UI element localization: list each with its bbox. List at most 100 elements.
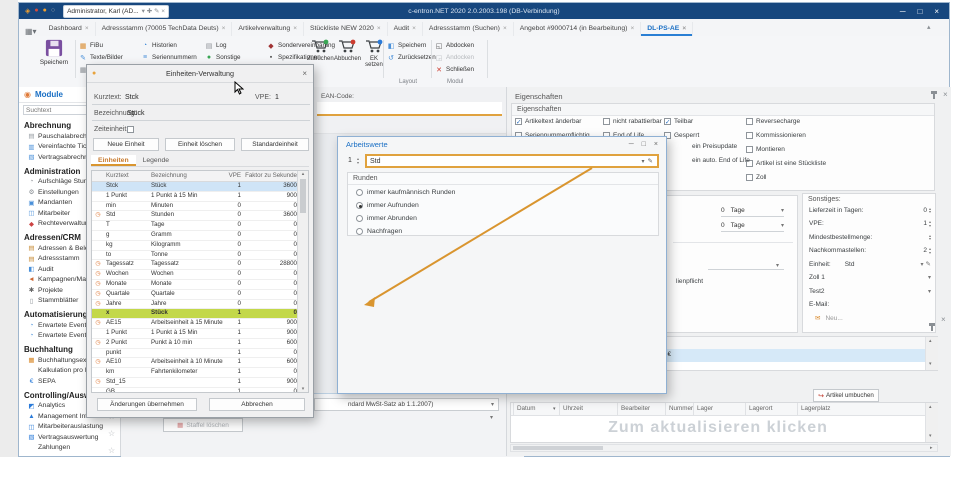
checkbox-gesperrt[interactable]: Gesperrt — [664, 132, 699, 139]
checkbox-zoll[interactable]: Zoll — [746, 174, 766, 181]
scroll-right-icon[interactable]: ▸ — [930, 445, 933, 451]
empty-combo-field[interactable] — [708, 256, 784, 270]
ribbon-item-seriennummern[interactable]: ≡Seriennummern — [141, 52, 197, 63]
table-row[interactable]: 1 Punkt1 Punkt à 15 Min1900 — [92, 192, 297, 202]
column-header-uhrzeit[interactable]: Uhrzeit — [563, 405, 583, 412]
unit-index-value[interactable]: 1 — [348, 157, 352, 164]
column-header-bezeichnung[interactable]: Bezeichnung — [149, 171, 223, 181]
table-row[interactable]: GB10 — [92, 388, 297, 392]
artikel-umbuchen-button[interactable]: ↪ Artikel umbuchen — [813, 389, 879, 402]
ribbon-item-sonstige[interactable]: ●Sonstige — [205, 52, 241, 63]
mwst-dropdown[interactable]: ndard MwSt-Satz ab 1.1.2007) ▾ — [314, 398, 499, 411]
scroll-up-icon[interactable]: ▴ — [929, 338, 932, 344]
scrollbar-thumb[interactable] — [513, 446, 603, 450]
eigenschaften-group-title[interactable]: Eigenschaften — [512, 104, 934, 116]
table-row[interactable]: ◷2 PunktPunkt à 10 min1600 — [92, 339, 297, 349]
email-new-link[interactable]: Neu... — [825, 315, 842, 322]
sort-chevron-icon[interactable]: ▾ — [553, 406, 556, 412]
qat-red-icon[interactable]: ● — [34, 7, 38, 15]
table-row[interactable]: ◷AE10Arbeitseinheit à 10 Minuten1600 — [92, 358, 297, 368]
checkbox-kommissionieren[interactable]: Kommissionieren — [746, 132, 806, 139]
checkbox-icon[interactable] — [746, 174, 753, 181]
minimize-button[interactable]: ─ — [900, 7, 906, 16]
scrollbar-thumb[interactable] — [300, 179, 306, 213]
table-row[interactable]: ◷StdStunden03600 — [92, 211, 297, 221]
close-icon[interactable]: × — [302, 69, 307, 78]
pin-icon[interactable] — [933, 94, 935, 99]
radio-icon[interactable] — [356, 215, 363, 222]
checkbox-montieren[interactable]: Montieren — [746, 146, 785, 153]
close-button[interactable]: × — [934, 7, 939, 16]
tage-combo-field[interactable]: 0Tage▾ — [721, 219, 784, 232]
einheit-loeschen-button[interactable]: Einheit löschen — [165, 138, 235, 151]
kurztext-field[interactable] — [92, 91, 310, 105]
column-header-kurztext[interactable]: Kurztext — [104, 171, 149, 181]
checkbox-artikeltext-nderbar[interactable]: ✓Artikeltext änderbar — [515, 118, 581, 125]
radio-option-immer-abrunden[interactable]: immer Abrunden — [356, 215, 417, 222]
sidebar-item-mitarbeiterauslastung[interactable]: ◫Mitarbeiterauslastung — [19, 422, 120, 433]
ribbon-item-texte-bilder[interactable]: ✎Texte/Bilder — [79, 52, 123, 63]
ribbon-item-speichern[interactable]: ◧Speichern — [387, 40, 426, 51]
bezeichnung-field[interactable] — [92, 107, 310, 121]
qat-orange-icon[interactable]: ● — [43, 7, 47, 15]
scroll-down-icon[interactable]: ▾ — [929, 433, 932, 439]
close-icon[interactable]: × — [654, 141, 658, 148]
tab-st-ckliste-new-2020[interactable]: Stückliste NEW 2020× — [304, 22, 388, 36]
checkbox-artikel-ist-eine-st-ckliste[interactable]: Artikel ist eine Stückliste — [746, 160, 826, 167]
ribbon-item-andocken[interactable]: ◲Andocken — [435, 52, 474, 63]
table-row[interactable]: ◷QuartaleQuartale00 — [92, 290, 297, 300]
tab-close-icon[interactable]: × — [377, 25, 381, 32]
tab-adressstamm-suchen-[interactable]: Adressstamm (Suchen)× — [423, 22, 514, 36]
abbrechen-button[interactable]: Abbrechen — [209, 398, 305, 411]
table-row[interactable]: gGramm00 — [92, 231, 297, 241]
chevron-down-icon[interactable]: ▾ — [781, 207, 784, 214]
spinner-icons[interactable]: ▴▾ — [929, 220, 931, 227]
sidebar-item-vertragsauswertung[interactable]: ▧Vertragsauswertung — [19, 432, 120, 443]
table-row[interactable]: StckStück13600 — [92, 182, 297, 192]
checkbox-icon[interactable]: ✓ — [664, 118, 671, 125]
standardeinheit-button[interactable]: Standardeinheit — [241, 138, 309, 151]
tab-angebot-9000714-in-bearbeitung-[interactable]: Angebot #9000714 (in Bearbeitung)× — [514, 22, 642, 36]
edit-pencil-icon[interactable]: ✎ — [648, 157, 653, 165]
ribbon-ek-setzen-button[interactable]: EK setzen — [361, 39, 387, 69]
scrollbar-vertical[interactable]: ▴ ▾ — [925, 337, 938, 370]
tab-close-icon[interactable]: × — [682, 25, 686, 32]
einheiten-dialog-titlebar[interactable]: ● Einheiten-Verwaltung × — [87, 65, 313, 83]
tab-close-icon[interactable]: × — [503, 25, 507, 32]
checkbox-reversecharge[interactable]: Reversecharge — [746, 118, 800, 125]
scroll-down-icon[interactable]: ▾ — [302, 386, 305, 392]
ribbon-zubuchen-button[interactable]: Zubuchen — [307, 39, 333, 62]
sidebar-item-zahlungen[interactable]: Zahlungen — [19, 443, 120, 454]
table-row[interactable]: 1 Punkt1 Punkt à 15 Min1900 — [92, 329, 297, 339]
tab-dl-ps-ae[interactable]: DL-PS-AE× — [641, 22, 693, 36]
close-icon[interactable]: × — [941, 315, 946, 324]
app-menu-icon[interactable]: ▦▾ — [19, 27, 43, 36]
radio-icon[interactable] — [356, 202, 363, 209]
ribbon-item-log[interactable]: ▤Log — [205, 40, 227, 51]
column-header-faktor-zu-sekunde[interactable]: Faktor zu Sekunde — [243, 171, 297, 181]
ribbon-abbuchen-button[interactable]: Abbuchen — [334, 39, 360, 62]
unit-combo-field[interactable]: Std ▾ ✎ — [365, 154, 659, 168]
maximize-icon[interactable]: □ — [642, 141, 646, 148]
column-header-datum[interactable]: Datum — [517, 405, 536, 412]
column-header-bearbeiter[interactable]: Bearbeiter — [621, 405, 650, 412]
chevron-down-icon[interactable]: ▾ — [642, 158, 645, 165]
tab-close-icon[interactable]: × — [293, 25, 297, 32]
tab-close-icon[interactable]: × — [85, 25, 89, 32]
radio-option-immer-kaufm-nnisch-runden[interactable]: immer kaufmännisch Runden — [356, 189, 455, 196]
pin-icon[interactable] — [931, 326, 933, 331]
edit-pencil-icon[interactable]: ✎ — [926, 260, 931, 268]
column-header-vpe[interactable]: VPE — [223, 171, 243, 181]
zeiteinheit-checkbox[interactable] — [127, 126, 134, 133]
table-row[interactable]: ◷JahreJahre00 — [92, 300, 297, 310]
chevron-down-icon[interactable]: ▾ — [781, 222, 784, 229]
chevron-down-icon[interactable]: ▾ — [921, 261, 924, 268]
tab-audit[interactable]: Audit× — [388, 22, 423, 36]
radio-option-immer-aufrunden[interactable]: immer Aufrunden — [356, 202, 419, 209]
qat-gray-icon[interactable]: ○ — [51, 7, 55, 15]
tab-close-icon[interactable]: × — [630, 25, 634, 32]
chevron-down-icon[interactable]: ▾ — [928, 288, 931, 295]
column-header-lagerplatz[interactable]: Lagerplatz — [801, 405, 830, 412]
table-row[interactable]: kmFahrtenkilometer10 — [92, 368, 297, 378]
chevron-down-icon[interactable]: ▾ — [928, 274, 931, 281]
